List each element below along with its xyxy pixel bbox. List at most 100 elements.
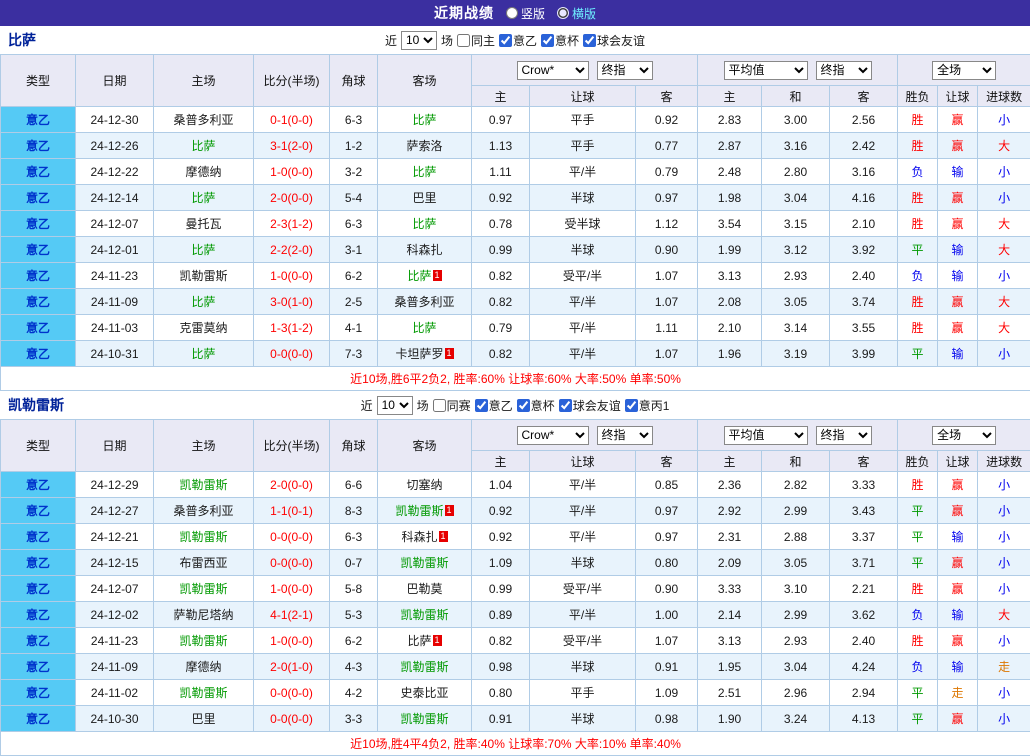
league-filter-checkbox[interactable] — [541, 34, 554, 47]
league-filter-checkbox[interactable] — [499, 34, 512, 47]
match-row: 意乙24-10-31比萨0-0(0-0)7-3卡坦萨罗10.82平/半1.071… — [1, 341, 1030, 367]
home-team-name[interactable]: 凯勒雷斯 — [179, 634, 227, 648]
league-filter-checkbox[interactable] — [475, 399, 488, 412]
away-team-name[interactable]: 科森扎 — [406, 243, 442, 257]
home-team-name[interactable]: 桑普多利亚 — [173, 113, 233, 127]
league-filter[interactable]: 球会友谊 — [559, 397, 621, 414]
league-filter[interactable]: 意乙 — [475, 397, 513, 414]
home-team-name[interactable]: 巴里 — [191, 712, 215, 726]
odds-away-cell: 0.85 — [636, 472, 698, 498]
match-count-select[interactable]: 10 — [377, 396, 413, 415]
league-filter[interactable]: 球会友谊 — [583, 32, 645, 49]
home-team-name[interactable]: 凯勒雷斯 — [179, 686, 227, 700]
same-filter-checkbox[interactable] — [433, 399, 446, 412]
away-team-name[interactable]: 比萨 — [407, 634, 431, 648]
avg-stage-select[interactable]: 终指 — [816, 61, 872, 80]
odds-stage-select[interactable]: 终指 — [597, 61, 653, 80]
handicap-result-cell: 赢 — [938, 576, 978, 602]
away-team-name[interactable]: 凯勒雷斯 — [400, 660, 448, 674]
scope-select[interactable]: 全场 — [932, 61, 996, 80]
odds-away-cell: 0.90 — [636, 576, 698, 602]
same-filter[interactable]: 同赛 — [433, 397, 471, 414]
home-team-name[interactable]: 比萨 — [191, 347, 215, 361]
home-team-name[interactable]: 摩德纳 — [185, 165, 221, 179]
handicap-result-cell: 输 — [938, 654, 978, 680]
away-team-name[interactable]: 凯勒雷斯 — [400, 712, 448, 726]
team-name[interactable]: 凯勒雷斯 — [8, 395, 64, 415]
home-team-name[interactable]: 凯勒雷斯 — [179, 478, 227, 492]
home-team-name[interactable]: 凯勒雷斯 — [179, 530, 227, 544]
summary-text: 近10场,胜4平4负2, 胜率:40% 让球率:70% 大率:10% 单率:40… — [1, 732, 1030, 756]
match-row: 意乙24-11-23凯勒雷斯1-0(0-0)6-2比萨10.82受平/半1.07… — [1, 263, 1030, 289]
corner-cell: 4-1 — [330, 315, 378, 341]
league-filter[interactable]: 意杯 — [517, 397, 555, 414]
match-count-select[interactable]: 10 — [401, 31, 437, 50]
subheader-odds-away: 客 — [636, 451, 698, 472]
bookmaker-select[interactable]: Crow* — [517, 426, 589, 445]
away-team-cell: 凯勒雷斯 — [378, 550, 472, 576]
home-team-name[interactable]: 凯勒雷斯 — [179, 582, 227, 596]
away-team-name[interactable]: 比萨 — [412, 165, 436, 179]
away-team-name[interactable]: 切塞纳 — [406, 478, 442, 492]
handicap-result-cell: 赢 — [938, 211, 978, 237]
handicap-result-cell: 输 — [938, 263, 978, 289]
away-team-name[interactable]: 凯勒雷斯 — [400, 608, 448, 622]
league-filter[interactable]: 意丙1 — [625, 397, 670, 414]
away-team-name[interactable]: 史泰比亚 — [400, 686, 448, 700]
away-team-name[interactable]: 比萨 — [407, 269, 431, 283]
away-team-name[interactable]: 比萨 — [412, 321, 436, 335]
odds-stage-select[interactable]: 终指 — [597, 426, 653, 445]
avg-home-cell: 1.90 — [698, 706, 762, 732]
home-team-name[interactable]: 克雷莫纳 — [179, 321, 227, 335]
home-team-name[interactable]: 比萨 — [191, 295, 215, 309]
handicap-cell: 半球 — [530, 654, 636, 680]
home-team-name[interactable]: 凯勒雷斯 — [179, 269, 227, 283]
same-filter-checkbox[interactable] — [457, 34, 470, 47]
away-team-name[interactable]: 卡坦萨罗 — [395, 347, 443, 361]
average-select[interactable]: 平均值 — [724, 61, 808, 80]
home-team-name[interactable]: 摩德纳 — [185, 660, 221, 674]
avg-home-cell: 2.36 — [698, 472, 762, 498]
away-team-name[interactable]: 比萨 — [412, 113, 436, 127]
league-filter-checkbox[interactable] — [517, 399, 530, 412]
away-team-name[interactable]: 凯勒雷斯 — [400, 556, 448, 570]
away-team-name[interactable]: 凯勒雷斯 — [395, 504, 443, 518]
vertical-layout-option[interactable]: 竖版 — [506, 5, 545, 22]
away-team-name[interactable]: 巴勒莫 — [406, 582, 442, 596]
league-filter[interactable]: 意杯 — [541, 32, 579, 49]
horizontal-layout-radio[interactable] — [557, 7, 569, 19]
goals-result-cell: 小 — [978, 524, 1030, 550]
home-team-cell: 凯勒雷斯 — [154, 680, 254, 706]
avg-stage-select[interactable]: 终指 — [816, 426, 872, 445]
away-team-name[interactable]: 萨索洛 — [406, 139, 442, 153]
bookmaker-select[interactable]: Crow* — [517, 61, 589, 80]
home-team-name[interactable]: 曼托瓦 — [185, 217, 221, 231]
score-cell: 0-0(0-0) — [254, 550, 330, 576]
league-filter-checkbox[interactable] — [625, 399, 638, 412]
average-select[interactable]: 平均值 — [724, 426, 808, 445]
odds-home-cell: 0.78 — [472, 211, 530, 237]
home-team-name[interactable]: 比萨 — [191, 139, 215, 153]
same-filter[interactable]: 同主 — [457, 32, 495, 49]
away-team-name[interactable]: 巴里 — [412, 191, 436, 205]
horizontal-layout-option[interactable]: 横版 — [557, 5, 596, 22]
date-cell: 24-11-02 — [76, 680, 154, 706]
vertical-layout-radio[interactable] — [506, 7, 518, 19]
avg-away-cell: 3.74 — [830, 289, 898, 315]
away-team-name[interactable]: 桑普多利亚 — [394, 295, 454, 309]
league-filter-checkbox[interactable] — [583, 34, 596, 47]
team-name[interactable]: 比萨 — [8, 30, 36, 50]
away-team-name[interactable]: 科森扎 — [401, 530, 437, 544]
away-team-cell: 比萨 — [378, 159, 472, 185]
league-filter[interactable]: 意乙 — [499, 32, 537, 49]
away-team-name[interactable]: 比萨 — [412, 217, 436, 231]
home-team-name[interactable]: 比萨 — [191, 191, 215, 205]
home-team-name[interactable]: 布雷西亚 — [179, 556, 227, 570]
home-team-name[interactable]: 桑普多利亚 — [173, 504, 233, 518]
home-team-cell: 摩德纳 — [154, 159, 254, 185]
home-team-name[interactable]: 比萨 — [191, 243, 215, 257]
home-team-cell: 凯勒雷斯 — [154, 628, 254, 654]
scope-select[interactable]: 全场 — [932, 426, 996, 445]
league-filter-checkbox[interactable] — [559, 399, 572, 412]
home-team-name[interactable]: 萨勒尼塔纳 — [173, 608, 233, 622]
